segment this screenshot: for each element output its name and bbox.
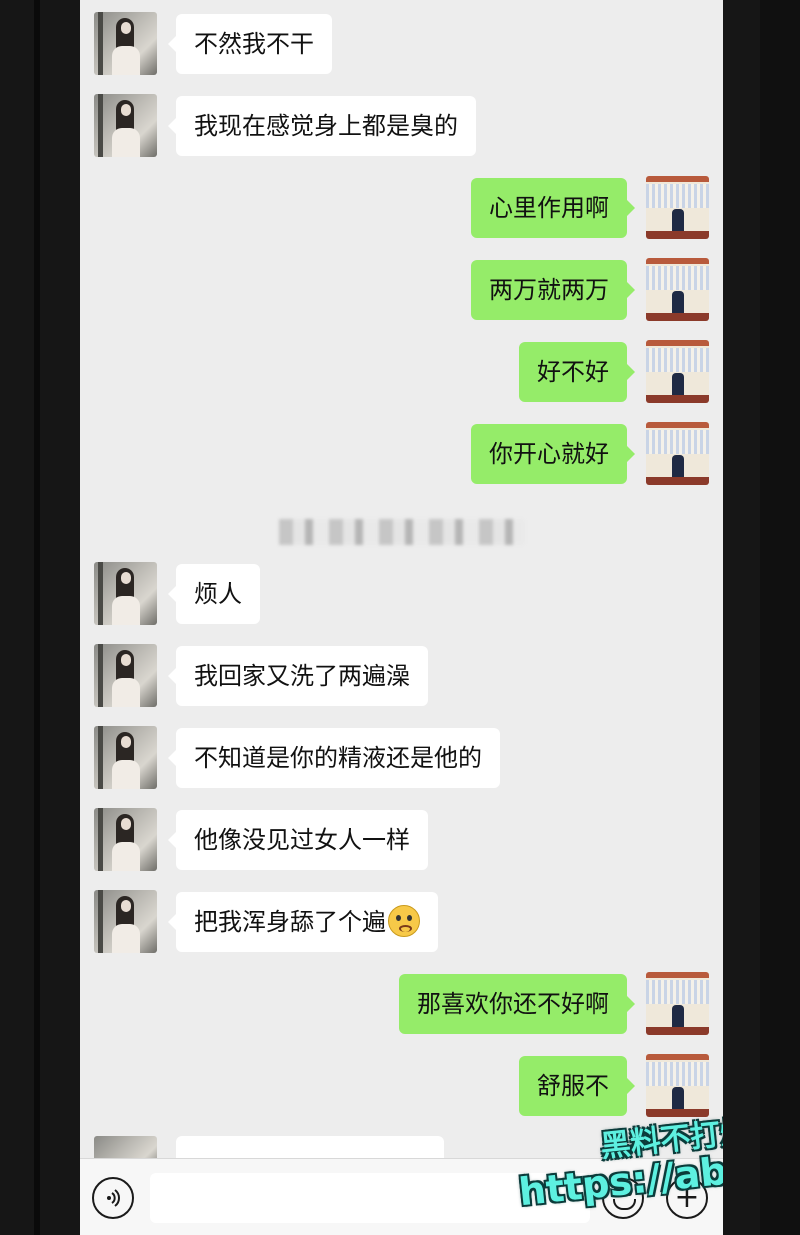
message-row: 你开心就好 <box>80 422 723 486</box>
message-bubble-received[interactable]: 烦人 <box>168 564 260 624</box>
message-text: 把我浑身舔了个遍 <box>194 908 386 936</box>
message-bubble-sent[interactable]: 舒服不 <box>519 1056 635 1116</box>
contact-avatar[interactable] <box>94 644 157 707</box>
message-row: 那喜欢你还不好啊 <box>80 972 723 1036</box>
message-bubble-received[interactable]: 他像没见过女人一样 <box>168 810 428 870</box>
message-bubble-sent[interactable]: 心里作用啊 <box>471 178 635 238</box>
message-bubble-received[interactable]: 不知道是你的精液还是他的 <box>168 728 500 788</box>
my-avatar[interactable] <box>646 422 709 485</box>
message-row: 我现在感觉身上都是臭的 <box>80 94 723 158</box>
contact-avatar[interactable] <box>94 726 157 789</box>
message-bubble-sent[interactable]: 好不好 <box>519 342 635 402</box>
message-bubble-received[interactable]: 我回家又洗了两遍澡 <box>168 646 428 706</box>
contact-avatar[interactable] <box>94 808 157 871</box>
voice-icon[interactable] <box>92 1177 134 1219</box>
message-row: 烦人 <box>80 562 723 626</box>
my-avatar[interactable] <box>646 340 709 403</box>
message-bubble-sent[interactable]: 那喜欢你还不好啊 <box>399 974 635 1034</box>
message-row: 两万就两万 <box>80 258 723 322</box>
pixelated-redaction <box>278 518 525 545</box>
message-row: 舒服不 <box>80 1054 723 1118</box>
message-row: 他像没见过女人一样 <box>80 808 723 872</box>
message-bubble-received[interactable]: 把我浑身舔了个遍 <box>168 892 438 952</box>
message-bubble-received[interactable]: 不然我不干 <box>168 14 332 74</box>
dizzy-face-emoji-icon <box>388 905 420 937</box>
my-avatar[interactable] <box>646 258 709 321</box>
message-row: 心里作用啊 <box>80 176 723 240</box>
my-avatar[interactable] <box>646 176 709 239</box>
contact-avatar[interactable] <box>94 562 157 625</box>
chat-window: 不然我不干 我现在感觉身上都是臭的 心里作用啊 两万就两万 好不好 你开心就好 … <box>80 0 723 1235</box>
my-avatar[interactable] <box>646 1054 709 1117</box>
message-row: 我回家又洗了两遍澡 <box>80 644 723 708</box>
blurred-timestamp <box>80 518 723 548</box>
message-row: 把我浑身舔了个遍 <box>80 890 723 954</box>
contact-avatar[interactable] <box>94 12 157 75</box>
message-row: 好不好 <box>80 340 723 404</box>
message-bubble-sent[interactable]: 两万就两万 <box>471 260 635 320</box>
message-bubble-sent[interactable]: 你开心就好 <box>471 424 635 484</box>
left-edge-strip <box>34 0 40 1235</box>
message-row: 不知道是你的精液还是他的 <box>80 726 723 790</box>
my-avatar[interactable] <box>646 972 709 1035</box>
right-edge-strip <box>760 0 800 1235</box>
voice-waves-icon <box>107 1189 120 1207</box>
contact-avatar[interactable] <box>94 94 157 157</box>
message-bubble-received[interactable]: 我现在感觉身上都是臭的 <box>168 96 476 156</box>
message-row: 不然我不干 <box>80 12 723 76</box>
contact-avatar[interactable] <box>94 890 157 953</box>
